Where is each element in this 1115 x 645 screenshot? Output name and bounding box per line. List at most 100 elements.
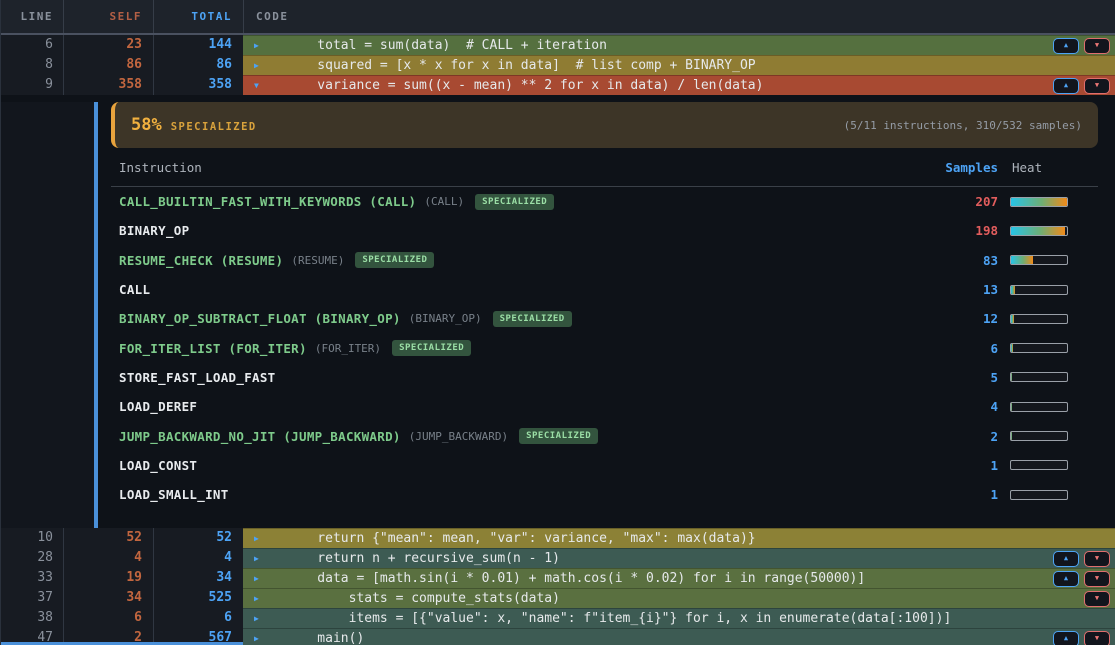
row-nav-buttons: ▲▼ <box>1053 631 1115 645</box>
code-text: variance = sum((x - mean) ** 2 for x in … <box>286 78 763 93</box>
code-row[interactable]: 331934▶ data = [math.sin(i * 0.01) + mat… <box>1 568 1115 588</box>
line-number: 37 <box>1 588 63 608</box>
total-samples: 34 <box>153 568 243 588</box>
code-rows-top: 623144▶ total = sum(data) # CALL + itera… <box>1 35 1115 95</box>
code-row[interactable]: 9358358▼ variance = sum((x - mean) ** 2 … <box>1 75 1115 95</box>
collapse-triangle-icon[interactable]: ▼ <box>243 81 262 90</box>
code-cell[interactable]: ▶ total = sum(data) # CALL + iteration▲▼ <box>243 35 1115 55</box>
heat-bar-fill <box>1011 344 1013 352</box>
heat-column <box>998 431 1098 441</box>
self-samples: 19 <box>63 568 153 588</box>
code-row[interactable]: 623144▶ total = sum(data) # CALL + itera… <box>1 35 1115 55</box>
jump-down-button[interactable]: ▼ <box>1084 78 1110 94</box>
profiler-window: LINE SELF TOTAL CODE 623144▶ total = sum… <box>0 0 1115 645</box>
jump-down-button[interactable]: ▼ <box>1084 38 1110 54</box>
heat-column <box>998 343 1098 353</box>
heat-bar-track <box>1010 343 1068 353</box>
code-row[interactable]: 3866▶ items = [{"value": x, "name": f"it… <box>1 608 1115 628</box>
code-text: return {"mean": mean, "var": variance, "… <box>286 531 756 546</box>
code-text: stats = compute_stats(data) <box>286 591 560 606</box>
total-samples: 144 <box>153 35 243 55</box>
code-cell[interactable]: ▶ stats = compute_stats(data) ▼ <box>243 588 1115 608</box>
code-text: return n + recursive_sum(n - 1) <box>286 551 560 566</box>
jump-down-button[interactable]: ▼ <box>1084 551 1110 567</box>
instruction-row: LOAD_SMALL_INT1 <box>111 480 1098 509</box>
heat-bar-fill <box>1011 227 1065 235</box>
code-row[interactable]: 88686▶ squared = [x * x for x in data] #… <box>1 55 1115 75</box>
expand-triangle-icon[interactable]: ▶ <box>243 594 262 603</box>
jump-up-button[interactable]: ▲ <box>1053 551 1079 567</box>
instruction-samples: 1 <box>990 458 998 473</box>
total-samples: 4 <box>153 548 243 568</box>
total-samples: 6 <box>153 608 243 628</box>
jump-down-button[interactable]: ▼ <box>1084 591 1110 607</box>
code-cell[interactable]: ▶ items = [{"value": x, "name": f"item_{… <box>243 608 1115 628</box>
self-samples: 86 <box>63 55 153 75</box>
instruction-samples: 1 <box>990 487 998 502</box>
heat-bar-track <box>1010 431 1068 441</box>
jump-up-button[interactable]: ▲ <box>1053 631 1079 645</box>
self-samples: 6 <box>63 608 153 628</box>
specialized-badge: SPECIALIZED <box>519 428 598 444</box>
self-samples: 34 <box>63 588 153 608</box>
heat-bar-track <box>1010 314 1068 324</box>
heat-bar-track <box>1010 226 1068 236</box>
expand-triangle-icon[interactable]: ▶ <box>243 614 262 623</box>
instruction-samples: 198 <box>975 223 998 238</box>
heat-bar-fill <box>1011 432 1012 440</box>
line-number: 9 <box>1 75 63 95</box>
code-cell[interactable]: ▶ return n + recursive_sum(n - 1) ▲ ▼ <box>243 548 1115 568</box>
instruction-table-body: CALL_BUILTIN_FAST_WITH_KEYWORDS (CALL)(C… <box>111 187 1098 509</box>
samples-column-header[interactable]: Samples <box>945 160 998 175</box>
line-number: 38 <box>1 608 63 628</box>
jump-down-button[interactable]: ▼ <box>1084 571 1110 587</box>
code-cell[interactable]: ▼ variance = sum((x - mean) ** 2 for x i… <box>243 75 1115 95</box>
self-samples: 23 <box>63 35 153 55</box>
expand-triangle-icon[interactable]: ▶ <box>243 534 262 543</box>
code-text: data = [math.sin(i * 0.01) + math.cos(i … <box>286 571 865 586</box>
jump-down-button[interactable]: ▼ <box>1084 631 1110 645</box>
instruction-name: CALL <box>111 282 150 297</box>
code-cell[interactable]: ▶ return {"mean": mean, "var": variance,… <box>243 528 1115 548</box>
total-samples: 86 <box>153 55 243 75</box>
code-rows-bottom: 105252▶ return {"mean": mean, "var": var… <box>1 528 1115 645</box>
code-cell[interactable]: ▶ data = [math.sin(i * 0.01) + math.cos(… <box>243 568 1115 588</box>
code-cell[interactable]: ▶ main()▲▼ <box>243 628 1115 645</box>
instruction-row: FOR_ITER_LIST (FOR_ITER)(FOR_ITER)SPECIA… <box>111 333 1098 362</box>
jump-up-button[interactable]: ▲ <box>1053 571 1079 587</box>
heat-bar-fill <box>1011 373 1012 381</box>
heat-column <box>998 285 1098 295</box>
base-instruction-name: (RESUME) <box>291 254 344 267</box>
heat-bar-track <box>1010 255 1068 265</box>
expand-triangle-icon[interactable]: ▶ <box>243 554 262 563</box>
row-nav-buttons: ▲▼ <box>1053 78 1115 94</box>
instruction-row: JUMP_BACKWARD_NO_JIT (JUMP_BACKWARD)(JUM… <box>111 421 1098 450</box>
base-instruction-name: (CALL) <box>424 195 464 208</box>
instruction-row: CALL_BUILTIN_FAST_WITH_KEYWORDS (CALL)(C… <box>111 187 1098 216</box>
expand-triangle-icon[interactable]: ▶ <box>243 61 262 70</box>
expand-triangle-icon[interactable]: ▶ <box>243 634 262 643</box>
base-instruction-name: (JUMP_BACKWARD) <box>409 430 508 443</box>
code-row[interactable]: 3734525▶ stats = compute_stats(data)▼ <box>1 588 1115 608</box>
code-cell[interactable]: ▶ squared = [x * x for x in data] # list… <box>243 55 1115 75</box>
self-samples: 52 <box>63 528 153 548</box>
expand-triangle-icon[interactable]: ▶ <box>243 574 262 583</box>
heat-bar-track <box>1010 402 1068 412</box>
instruction-row: RESUME_CHECK (RESUME)(RESUME)SPECIALIZED… <box>111 246 1098 275</box>
column-header-total: TOTAL <box>153 0 243 33</box>
instruction-samples: 6 <box>990 341 998 356</box>
jump-up-button[interactable]: ▲ <box>1053 38 1079 54</box>
specialized-percent: 58% <box>131 115 162 135</box>
panel-gutter <box>1 102 94 528</box>
instruction-name: LOAD_CONST <box>111 458 197 473</box>
total-samples: 358 <box>153 75 243 95</box>
heat-bar-fill <box>1011 315 1014 323</box>
code-row[interactable]: 105252▶ return {"mean": mean, "var": var… <box>1 528 1115 548</box>
heat-bar-track <box>1010 460 1068 470</box>
expand-triangle-icon[interactable]: ▶ <box>243 41 262 50</box>
specialized-badge: SPECIALIZED <box>475 194 554 210</box>
instruction-name: STORE_FAST_LOAD_FAST <box>111 370 276 385</box>
jump-up-button[interactable]: ▲ <box>1053 78 1079 94</box>
heat-column <box>998 402 1098 412</box>
code-row[interactable]: 2844▶ return n + recursive_sum(n - 1)▲▼ <box>1 548 1115 568</box>
